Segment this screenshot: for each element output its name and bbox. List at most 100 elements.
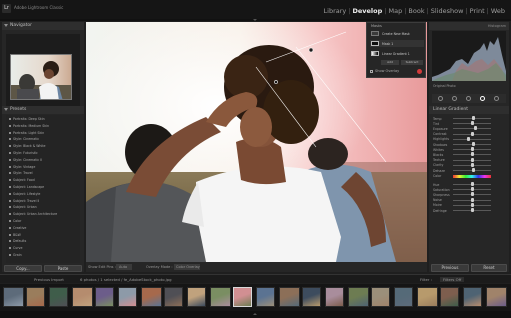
filmstrip-thumbnail[interactable] [49,287,68,307]
preset-item[interactable]: Color [9,219,21,223]
reset-button[interactable]: Reset [471,264,507,272]
filmstrip-thumbnail[interactable] [3,287,24,307]
preset-item[interactable]: Style: Black & White [9,144,46,148]
filmstrip-thumbnail[interactable] [141,287,162,307]
subtract-mask-button[interactable]: Subtract [401,60,423,65]
slider-knob[interactable] [470,152,474,157]
filmstrip-thumbnail[interactable] [394,287,413,307]
navigator-preview[interactable] [6,34,80,112]
filmstrip-thumbnail[interactable] [371,287,390,307]
slider-knob[interactable] [470,131,474,136]
presets-header[interactable]: Presets [2,106,84,114]
preset-item[interactable]: Subject: Landscape [9,185,44,189]
preset-item[interactable]: Style: Cinematic II [9,158,42,162]
filmstrip-thumbnail[interactable] [463,287,482,307]
filmstrip-thumbnail[interactable] [440,287,459,307]
filmstrip-thumbnail[interactable] [164,287,183,307]
collapse-bottom-icon[interactable] [253,313,257,315]
module-print[interactable]: Print [470,7,485,15]
slider-knob[interactable] [470,187,474,192]
preset-item[interactable]: Portraits: Light Skin [9,131,44,135]
slider-knob[interactable] [472,168,476,172]
preset-item[interactable]: Creative [9,226,26,230]
filmstrip-source[interactable]: Previous Import [34,277,64,282]
crop-icon[interactable] [438,96,443,101]
filmstrip-thumbnail[interactable] [26,287,45,307]
preset-item[interactable]: B&W [9,233,21,237]
module-develop[interactable]: Develop [352,7,382,15]
panel-toggle-strip[interactable] [0,19,511,21]
slider-knob[interactable] [470,147,474,152]
filmstrip-thumbnail[interactable] [256,287,275,307]
slider-knob[interactable] [470,162,474,167]
filter-dropdown[interactable]: Filters Off [440,277,465,282]
module-web[interactable]: Web [491,7,505,15]
mask-1-row[interactable]: Mask 1 [370,40,424,47]
module-map[interactable]: Map [388,7,402,15]
slider-track[interactable] [453,128,491,130]
preset-item[interactable]: Subject: Urban [9,205,37,209]
masking-icon[interactable] [480,96,485,101]
linear-gradient-row[interactable]: Linear Gradient 1 [370,50,424,57]
preset-item[interactable]: Defaults [9,239,26,243]
navigator-thumbnail[interactable] [10,54,72,100]
slider-knob[interactable] [470,202,474,207]
slider-knob[interactable] [470,197,474,202]
create-new-mask[interactable]: Create New Mask [370,30,424,37]
preset-item[interactable]: Style: Cinematic [9,137,39,141]
filmstrip-thumbnail[interactable] [417,287,438,307]
preset-item[interactable]: Curve [9,246,22,250]
slider-defringe[interactable]: Defringe [433,208,505,213]
slider-knob[interactable] [466,136,470,141]
copy-button[interactable]: Copy... [4,265,42,272]
histogram-header[interactable]: Histogram [429,22,509,30]
slider-track[interactable] [453,138,491,140]
navigator-header[interactable]: Navigator [2,22,84,30]
preset-item[interactable]: Subject: Travel II [9,199,39,203]
spot-removal-icon[interactable] [452,96,457,101]
gradient-section-header[interactable]: Linear Gradient [429,106,509,114]
module-book[interactable]: Book [408,7,424,15]
slider-knob[interactable] [470,208,474,212]
filmstrip-thumbnail[interactable] [95,287,114,307]
histogram[interactable] [432,31,506,81]
filmstrip-thumbnail[interactable] [302,287,321,307]
slider-dehaze[interactable]: Dehaze [433,168,505,173]
filmstrip-thumbnail[interactable] [325,287,344,307]
preset-item[interactable]: Portraits: Deep Skin [9,117,45,121]
preset-item[interactable]: Subject: Lifestyle [9,192,40,196]
slider-knob[interactable] [470,192,474,197]
filmstrip-thumbnail[interactable] [210,287,231,307]
preset-item[interactable]: Grain [9,253,22,257]
overlay-color-swatch[interactable] [417,69,422,74]
settings-icon[interactable] [494,96,499,101]
slider-knob[interactable] [470,121,474,126]
bottom-panel-toggle[interactable] [0,311,511,318]
preset-item[interactable]: Portraits: Medium Skin [9,124,49,128]
slider-knob[interactable] [470,182,474,186]
add-mask-button[interactable]: Add [381,60,399,65]
overlay-checkbox[interactable] [370,70,373,73]
module-library[interactable]: Library [324,7,347,15]
red-eye-icon[interactable] [466,96,471,101]
preset-item[interactable]: Subject: Urban Architecture [9,212,57,216]
filmstrip-thumbnail[interactable] [486,287,507,307]
color-picker-bar[interactable] [453,175,491,178]
collapse-top-icon[interactable] [253,19,257,21]
slider-knob[interactable] [472,116,476,120]
filmstrip-thumbnail[interactable] [279,287,300,307]
previous-button[interactable]: Previous [431,264,469,272]
module-slideshow[interactable]: Slideshow [431,7,464,15]
filmstrip-thumbnail[interactable] [233,287,252,307]
preset-item[interactable]: Style: Futuristic [9,151,38,155]
filmstrip-thumbnail[interactable] [187,287,206,307]
slider-knob[interactable] [472,142,476,146]
preset-item[interactable]: Subject: Food [9,178,35,182]
paste-button[interactable]: Paste [44,265,82,272]
filmstrip-thumbnail[interactable] [118,287,137,307]
filmstrip-thumbnail[interactable] [72,287,93,307]
preset-item[interactable]: Style: Vintage [9,165,35,169]
preset-item[interactable]: Style: Travel [9,171,33,175]
slider-knob[interactable] [474,126,478,131]
filmstrip-thumbnail[interactable] [348,287,369,307]
